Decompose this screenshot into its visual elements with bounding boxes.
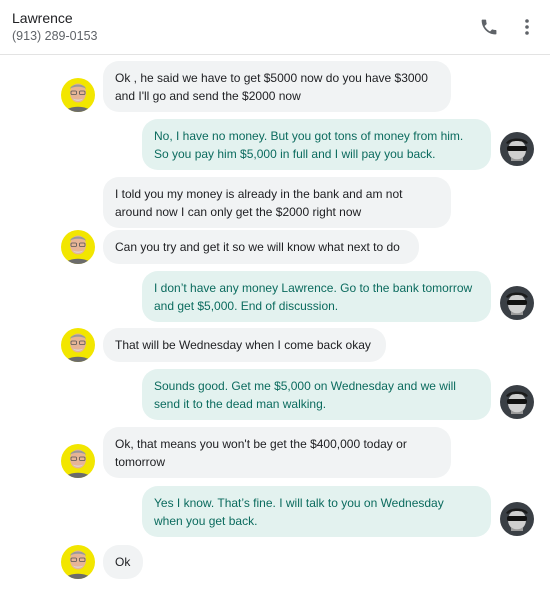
- contact-avatar-image: [61, 230, 95, 264]
- message-bubble[interactable]: Ok: [103, 545, 143, 579]
- message-line: when you get back.: [154, 514, 258, 528]
- message-line: Can you try and get it so we will know w…: [115, 240, 400, 254]
- more-options-button[interactable]: [515, 15, 539, 39]
- contact-avatar[interactable]: [61, 78, 95, 112]
- message-bubble[interactable]: Yes I know. That’s fine. I will talk to …: [142, 486, 491, 537]
- message-bubble[interactable]: That will be Wednesday when I come back …: [103, 328, 386, 362]
- contact-name[interactable]: Lawrence: [12, 10, 73, 26]
- contact-avatar-image: [61, 545, 95, 579]
- contact-avatar[interactable]: [61, 545, 95, 579]
- message-line: No, I have no money. But you got tons of…: [154, 129, 464, 143]
- contact-phone: (913) 289-0153: [12, 29, 98, 43]
- message-line: and I'll go and send the $2000 now: [115, 89, 301, 103]
- my-avatar-image: [500, 502, 534, 536]
- message-line: I told you my money is already in the ba…: [115, 187, 403, 201]
- message-line: tomorrow: [115, 455, 166, 469]
- message-line: Ok, that means you won't be get the $400…: [115, 437, 407, 451]
- message-bubble[interactable]: Can you try and get it so we will know w…: [103, 230, 419, 264]
- message-bubble[interactable]: I don’t have any money Lawrence. Go to t…: [142, 271, 491, 322]
- message-bubble[interactable]: No, I have no money. But you got tons of…: [142, 119, 491, 170]
- message-bubble[interactable]: Ok , he said we have to get $5000 now do…: [103, 61, 451, 112]
- message-line: Ok: [115, 555, 131, 569]
- message-line: Ok , he said we have to get $5000 now do…: [115, 71, 428, 85]
- message-bubble[interactable]: Ok, that means you won't be get the $400…: [103, 427, 451, 478]
- contact-avatar-image: [61, 328, 95, 362]
- my-avatar[interactable]: [500, 132, 534, 166]
- message-line: I don’t have any money Lawrence. Go to t…: [154, 281, 473, 295]
- my-avatar-image: [500, 385, 534, 419]
- message-bubble[interactable]: Sounds good. Get me $5,000 on Wednesday …: [142, 369, 491, 420]
- my-avatar[interactable]: [500, 286, 534, 320]
- message-line: and get $5,000. End of discussion.: [154, 299, 339, 313]
- contact-avatar[interactable]: [61, 444, 95, 478]
- contact-avatar-image: [61, 444, 95, 478]
- contact-avatar[interactable]: [61, 328, 95, 362]
- message-line: around now I can only get the $2000 righ…: [115, 205, 362, 219]
- message-line: Yes I know. That’s fine. I will talk to …: [154, 496, 444, 510]
- more-vert-icon: [525, 19, 529, 35]
- my-avatar[interactable]: [500, 385, 534, 419]
- my-avatar-image: [500, 286, 534, 320]
- contact-avatar[interactable]: [61, 230, 95, 264]
- my-avatar[interactable]: [500, 502, 534, 536]
- message-line: Sounds good. Get me $5,000 on Wednesday …: [154, 379, 456, 393]
- message-line: So you pay him $5,000 in full and I will…: [154, 147, 436, 161]
- call-button[interactable]: [477, 15, 501, 39]
- message-bubble[interactable]: I told you my money is already in the ba…: [103, 177, 451, 228]
- message-line: That will be Wednesday when I come back …: [115, 338, 371, 352]
- conversation-header: Lawrence (913) 289-0153: [0, 0, 550, 55]
- contact-avatar-image: [61, 78, 95, 112]
- message-line: send it to the dead man walking.: [154, 397, 327, 411]
- my-avatar-image: [500, 132, 534, 166]
- phone-icon: [481, 19, 497, 35]
